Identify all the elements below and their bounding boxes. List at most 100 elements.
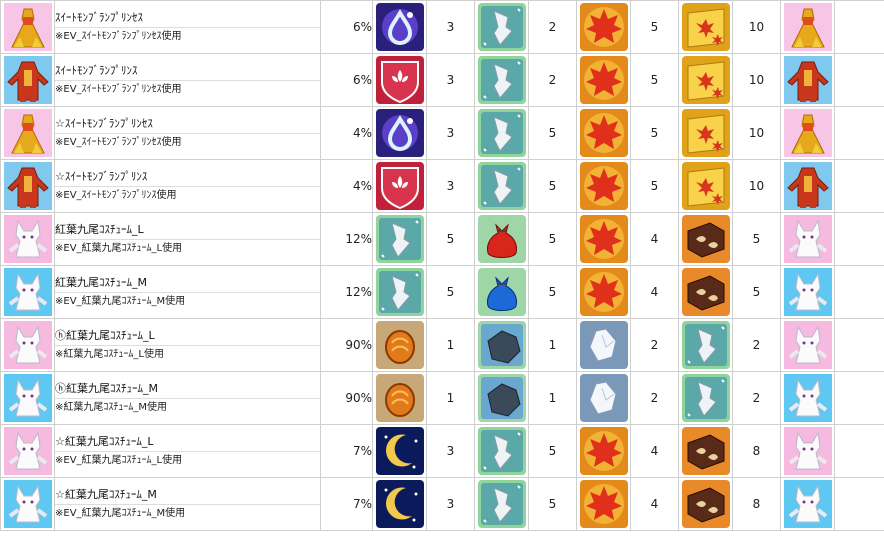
table-row: 紅葉九尾ｺｽﾁｭｰﾑ_M ※EV_紅葉九尾ｺｽﾁｭｰﾑ_M使用 12% 5 5 4 5: [0, 265, 884, 319]
costume-requirement-note: ※EV_ｽｲｰﾄﾓﾝﾌﾞﾗﾝﾌﾟﾘﾝｾｽ使用: [55, 80, 320, 96]
costume-requirement-note: ※紅葉九尾ｺｽﾁｭｰﾑ_L使用: [55, 345, 320, 361]
empty-cell: [834, 265, 884, 319]
material-quantity: 5: [426, 265, 475, 319]
success-rate: 90%: [320, 371, 373, 425]
material-quantity: 2: [630, 371, 679, 425]
material-icon-cell: [576, 106, 631, 160]
material-icon-cell: [372, 0, 427, 54]
costume-thumbnail-cell: [0, 106, 55, 160]
material-icon-cell: [678, 371, 733, 425]
material-quantity: 5: [732, 212, 781, 266]
material-quantity: 3: [426, 477, 475, 531]
material-quantity: 5: [426, 212, 475, 266]
material-quantity: 5: [630, 106, 679, 160]
material-icon-cell: [372, 159, 427, 213]
prince-outfit-icon: [3, 56, 52, 104]
maple-leaf-shield-icon: [579, 162, 628, 210]
material-quantity: 1: [426, 371, 475, 425]
costume-name-cell: 紅葉九尾ｺｽﾁｭｰﾑ_M ※EV_紅葉九尾ｺｽﾁｭｰﾑ_M使用: [54, 265, 321, 319]
costume-requirement-note: ※EV_紅葉九尾ｺｽﾁｭｰﾑ_M使用: [55, 292, 320, 308]
success-rate: 6%: [320, 53, 373, 107]
table-row: ⓗ紅葉九尾ｺｽﾁｭｰﾑ_M ※紅葉九尾ｺｽﾁｭｰﾑ_M使用 90% 1 1 2 2: [0, 371, 884, 425]
material-quantity: 2: [528, 0, 577, 54]
material-quantity: 4: [630, 212, 679, 266]
costume-thumbnail-cell: [0, 159, 55, 213]
material-icon-cell: [372, 265, 427, 319]
table-row: ☆ｽｲｰﾄﾓﾝﾌﾞﾗﾝﾌﾟﾘﾝｾｽ ※EV_ｽｲｰﾄﾓﾝﾌﾞﾗﾝﾌﾟﾘﾝｾｽ使用 4…: [0, 106, 884, 160]
white-fox-pink-icon: [783, 427, 832, 475]
costume-requirement-note: ※EV_ｽｲｰﾄﾓﾝﾌﾞﾗﾝﾌﾟﾘﾝｽ使用: [55, 186, 320, 202]
costume-requirement-note: ※EV_紅葉九尾ｺｽﾁｭｰﾑ_L使用: [55, 239, 320, 255]
purple-droplet-icon: [375, 109, 424, 157]
result-thumbnail-cell: [780, 159, 835, 213]
result-thumbnail-cell: [780, 371, 835, 425]
material-quantity: 10: [732, 159, 781, 213]
maple-leaf-shield-icon: [579, 215, 628, 263]
prince-outfit-icon: [783, 162, 832, 210]
princess-dress-icon: [3, 3, 52, 51]
material-icon-cell: [678, 0, 733, 54]
material-quantity: 3: [426, 106, 475, 160]
white-fox-pink-icon: [3, 215, 52, 263]
empty-cell: [834, 371, 884, 425]
costume-name-cell: ☆ｽｲｰﾄﾓﾝﾌﾞﾗﾝﾌﾟﾘﾝｾｽ ※EV_ｽｲｰﾄﾓﾝﾌﾞﾗﾝﾌﾟﾘﾝｾｽ使用: [54, 106, 321, 160]
costume-name: 紅葉九尾ｺｽﾁｭｰﾑ_M: [55, 276, 147, 289]
costume-thumbnail-cell: [0, 0, 55, 54]
silver-ore-icon: [375, 215, 424, 263]
amber-gem-icon: [375, 321, 424, 369]
material-icon-cell: [372, 212, 427, 266]
chocolate-box-icon: [681, 427, 730, 475]
material-icon-cell: [372, 318, 427, 372]
chocolate-box-icon: [681, 268, 730, 316]
material-quantity: 1: [528, 318, 577, 372]
silver-ore-icon: [477, 56, 526, 104]
material-icon-cell: [576, 0, 631, 54]
success-rate: 4%: [320, 106, 373, 160]
princess-dress-icon: [3, 109, 52, 157]
material-icon-cell: [474, 371, 529, 425]
costume-requirement-note: ※EV_ｽｲｰﾄﾓﾝﾌﾞﾗﾝﾌﾟﾘﾝｾｽ使用: [55, 133, 320, 149]
costume-thumbnail-cell: [0, 265, 55, 319]
white-fox-blue-icon: [783, 374, 832, 422]
chocolate-box-icon: [681, 480, 730, 528]
table-row: ｽｲｰﾄﾓﾝﾌﾞﾗﾝﾌﾟﾘﾝｾｽ ※EV_ｽｲｰﾄﾓﾝﾌﾞﾗﾝﾌﾟﾘﾝｾｽ使用 6%…: [0, 0, 884, 54]
costume-thumbnail-cell: [0, 424, 55, 478]
material-icon-cell: [678, 106, 733, 160]
material-icon-cell: [576, 371, 631, 425]
result-thumbnail-cell: [780, 265, 835, 319]
material-icon-cell: [678, 53, 733, 107]
table-row: ☆ｽｲｰﾄﾓﾝﾌﾞﾗﾝﾌﾟﾘﾝｽ ※EV_ｽｲｰﾄﾓﾝﾌﾞﾗﾝﾌﾟﾘﾝｽ使用 4% 3…: [0, 159, 884, 213]
maple-leaf-shield-icon: [579, 480, 628, 528]
costume-name: ｽｲｰﾄﾓﾝﾌﾞﾗﾝﾌﾟﾘﾝｽ: [55, 64, 138, 77]
costume-name: ｽｲｰﾄﾓﾝﾌﾞﾗﾝﾌﾟﾘﾝｾｽ: [55, 11, 143, 24]
maple-fan-icon: [681, 56, 730, 104]
material-quantity: 10: [732, 53, 781, 107]
empty-cell: [834, 212, 884, 266]
result-thumbnail-cell: [780, 0, 835, 54]
material-icon-cell: [474, 159, 529, 213]
silver-ore-icon: [681, 374, 730, 422]
silver-ore-icon: [681, 321, 730, 369]
empty-cell: [834, 159, 884, 213]
dark-stone-icon: [477, 374, 526, 422]
costume-requirement-note: ※紅葉九尾ｺｽﾁｭｰﾑ_M使用: [55, 398, 320, 414]
material-icon-cell: [678, 159, 733, 213]
table-row: ⓗ紅葉九尾ｺｽﾁｭｰﾑ_L ※紅葉九尾ｺｽﾁｭｰﾑ_L使用 90% 1 1 2 2: [0, 318, 884, 372]
material-icon-cell: [678, 477, 733, 531]
costume-name: ⓗ紅葉九尾ｺｽﾁｭｰﾑ_M: [55, 382, 158, 395]
material-icon-cell: [678, 212, 733, 266]
empty-cell: [834, 106, 884, 160]
material-quantity: 3: [426, 159, 475, 213]
white-fox-blue-icon: [3, 480, 52, 528]
maple-fan-icon: [681, 109, 730, 157]
prince-outfit-icon: [783, 56, 832, 104]
material-icon-cell: [372, 371, 427, 425]
crescent-moon-icon: [375, 480, 424, 528]
material-quantity: 2: [732, 318, 781, 372]
material-icon-cell: [576, 477, 631, 531]
maple-leaf-shield-icon: [579, 56, 628, 104]
material-quantity: 5: [630, 53, 679, 107]
costume-name: ☆紅葉九尾ｺｽﾁｭｰﾑ_L: [55, 435, 154, 448]
fleur-de-lis-emblem-icon: [375, 56, 424, 104]
material-icon-cell: [474, 106, 529, 160]
